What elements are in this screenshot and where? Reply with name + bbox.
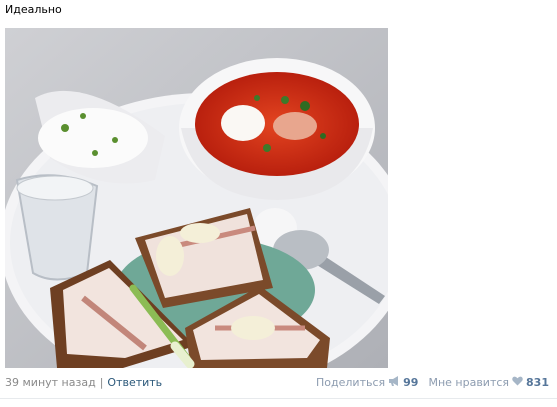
share-button[interactable]: Поделиться 99 [316,376,418,389]
share-label: Поделиться [316,376,386,389]
post-timestamp[interactable]: 39 минут назад [5,376,96,389]
share-count: 99 [403,376,419,389]
megaphone-icon [388,376,400,389]
post-divider [0,398,557,399]
heart-icon [512,376,523,389]
food-photo-image [5,28,388,368]
like-button[interactable]: Мне нравится 831 [428,376,549,389]
like-label: Мне нравится [428,376,510,389]
post-text: Идеально [5,3,62,16]
like-count: 831 [526,376,549,389]
reply-link[interactable]: Ответить [107,376,162,389]
post-meta: 39 минут назад | Ответить [5,376,162,389]
meta-separator: | [99,376,104,389]
post-actions: Поделиться 99 Мне нравится 831 [316,376,549,389]
post-photo[interactable] [5,28,388,368]
post-footer: 39 минут назад | Ответить Поделиться 99 Мн… [5,376,549,390]
